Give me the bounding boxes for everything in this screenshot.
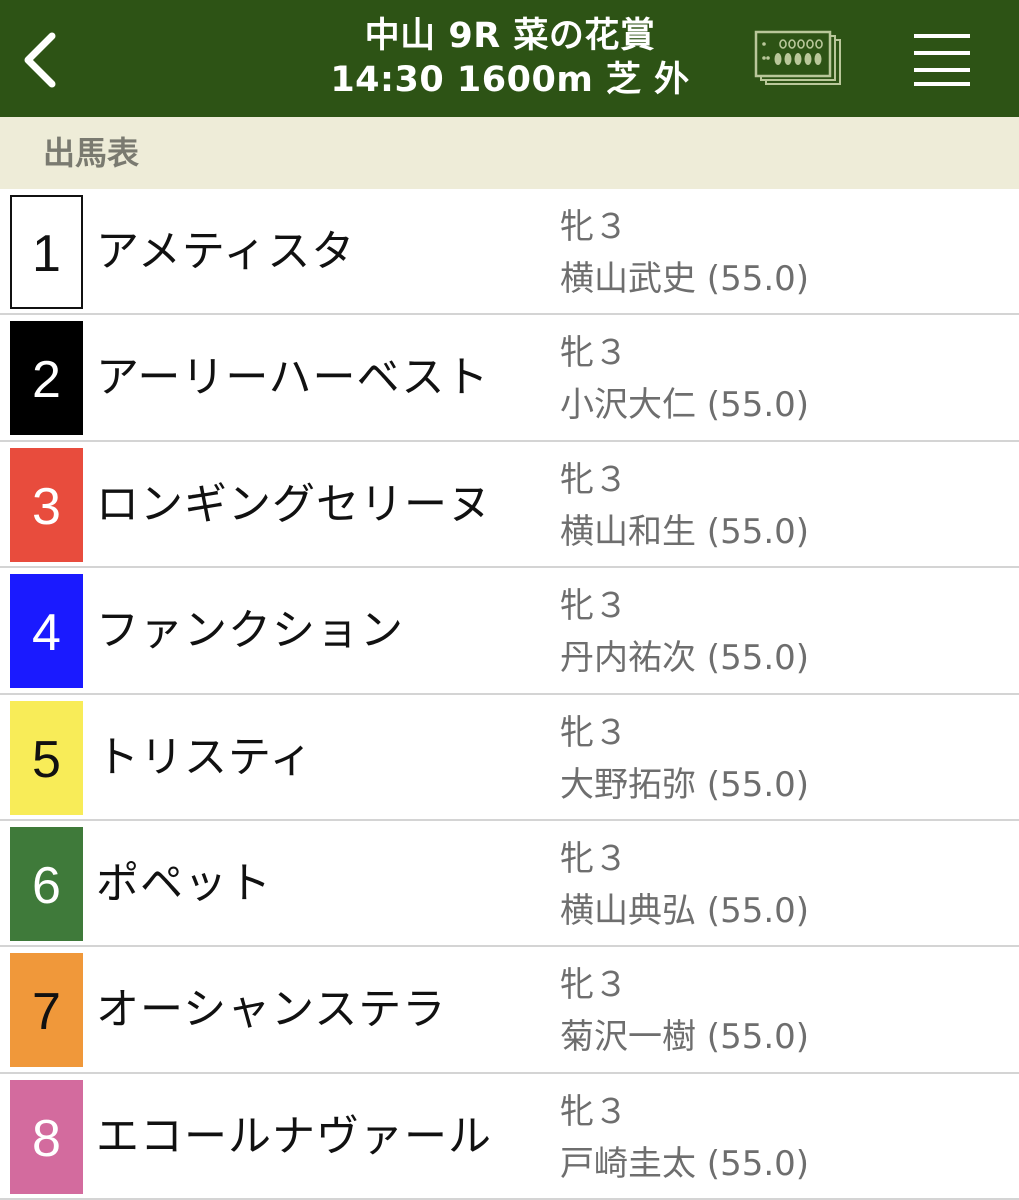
chevron-left-icon	[24, 32, 56, 88]
horse-name: エコールナヴァール	[96, 1111, 492, 1162]
post-number-badge: 6	[10, 826, 83, 941]
post-number-badge: 8	[10, 1079, 83, 1194]
horse-name: ポペット	[96, 858, 272, 909]
horse-name: アーリーハーベスト	[96, 353, 490, 404]
horse-entry-row[interactable]: 6 ポペット 牝３ 横山典弘 (55.0)	[0, 821, 1019, 948]
betting-ticket-icon	[754, 30, 841, 85]
back-button[interactable]	[14, 22, 70, 94]
sex-age-label: 牝３	[560, 965, 628, 1006]
horse-name: ファンクション	[96, 606, 404, 657]
jockey-weight-label: 横山和生 (55.0)	[560, 511, 810, 552]
jockey-weight-label: 大野拓弥 (55.0)	[560, 764, 810, 805]
horse-name: ロンギングセリーヌ	[96, 479, 492, 530]
sex-age-label: 牝３	[560, 838, 628, 879]
post-number-badge: 4	[10, 574, 83, 689]
horse-entry-row[interactable]: 2 アーリーハーベスト 牝３ 小沢大仁 (55.0)	[0, 315, 1019, 442]
section-title: 出馬表	[43, 134, 140, 172]
horse-entry-row[interactable]: 7 オーシャンステラ 牝３ 菊沢一樹 (55.0)	[0, 947, 1019, 1074]
sex-age-label: 牝３	[560, 712, 628, 753]
horse-entry-row[interactable]: 8 エコールナヴァール 牝３ 戸崎圭太 (55.0)	[0, 1074, 1019, 1200]
sex-age-label: 牝３	[560, 1091, 628, 1132]
hamburger-menu-icon	[914, 34, 970, 86]
race-name: 中山 9R 菜の花賞	[364, 16, 656, 56]
post-number-badge: 7	[10, 953, 83, 1068]
horse-entry-row[interactable]: 5 トリスティ 牝３ 大野拓弥 (55.0)	[0, 695, 1019, 821]
post-number-badge: 3	[10, 447, 83, 562]
post-number-badge: 5	[10, 700, 83, 815]
jockey-weight-label: 横山典弘 (55.0)	[560, 890, 810, 931]
betting-ticket-button[interactable]	[752, 28, 844, 90]
horse-name: オーシャンステラ	[96, 985, 447, 1036]
sex-age-label: 牝３	[560, 333, 628, 374]
post-number-badge: 2	[10, 321, 83, 436]
app-header: 中山 9R 菜の花賞 14:30 1600m 芝 外	[0, 0, 1019, 117]
sex-age-label: 牝３	[560, 586, 628, 627]
horse-entry-row[interactable]: 3 ロンギングセリーヌ 牝３ 横山和生 (55.0)	[0, 442, 1019, 569]
jockey-weight-label: 小沢大仁 (55.0)	[560, 385, 810, 426]
race-info: 14:30 1600m 芝 外	[330, 60, 690, 100]
horse-entry-row[interactable]: 1 アメティスタ 牝３ 横山武史 (55.0)	[0, 189, 1019, 316]
horse-name: トリスティ	[96, 732, 314, 783]
entry-list: 1 アメティスタ 牝３ 横山武史 (55.0) 2 アーリーハーベスト 牝３ 小沢大仁 (55…	[0, 189, 1019, 1200]
jockey-weight-label: 丹内祐次 (55.0)	[560, 638, 810, 679]
section-header: 出馬表	[0, 117, 1019, 189]
sex-age-label: 牝３	[560, 207, 628, 247]
horse-entry-row[interactable]: 4 ファンクション 牝３ 丹内祐次 (55.0)	[0, 568, 1019, 695]
menu-button[interactable]	[908, 28, 976, 88]
horse-name: アメティスタ	[96, 227, 356, 277]
jockey-weight-label: 横山武史 (55.0)	[560, 259, 810, 299]
race-title: 中山 9R 菜の花賞 14:30 1600m 芝 外	[290, 14, 730, 102]
post-number-badge: 1	[10, 195, 83, 309]
jockey-weight-label: 菊沢一樹 (55.0)	[560, 1017, 810, 1058]
sex-age-label: 牝３	[560, 459, 628, 500]
jockey-weight-label: 戸崎圭太 (55.0)	[560, 1143, 810, 1184]
